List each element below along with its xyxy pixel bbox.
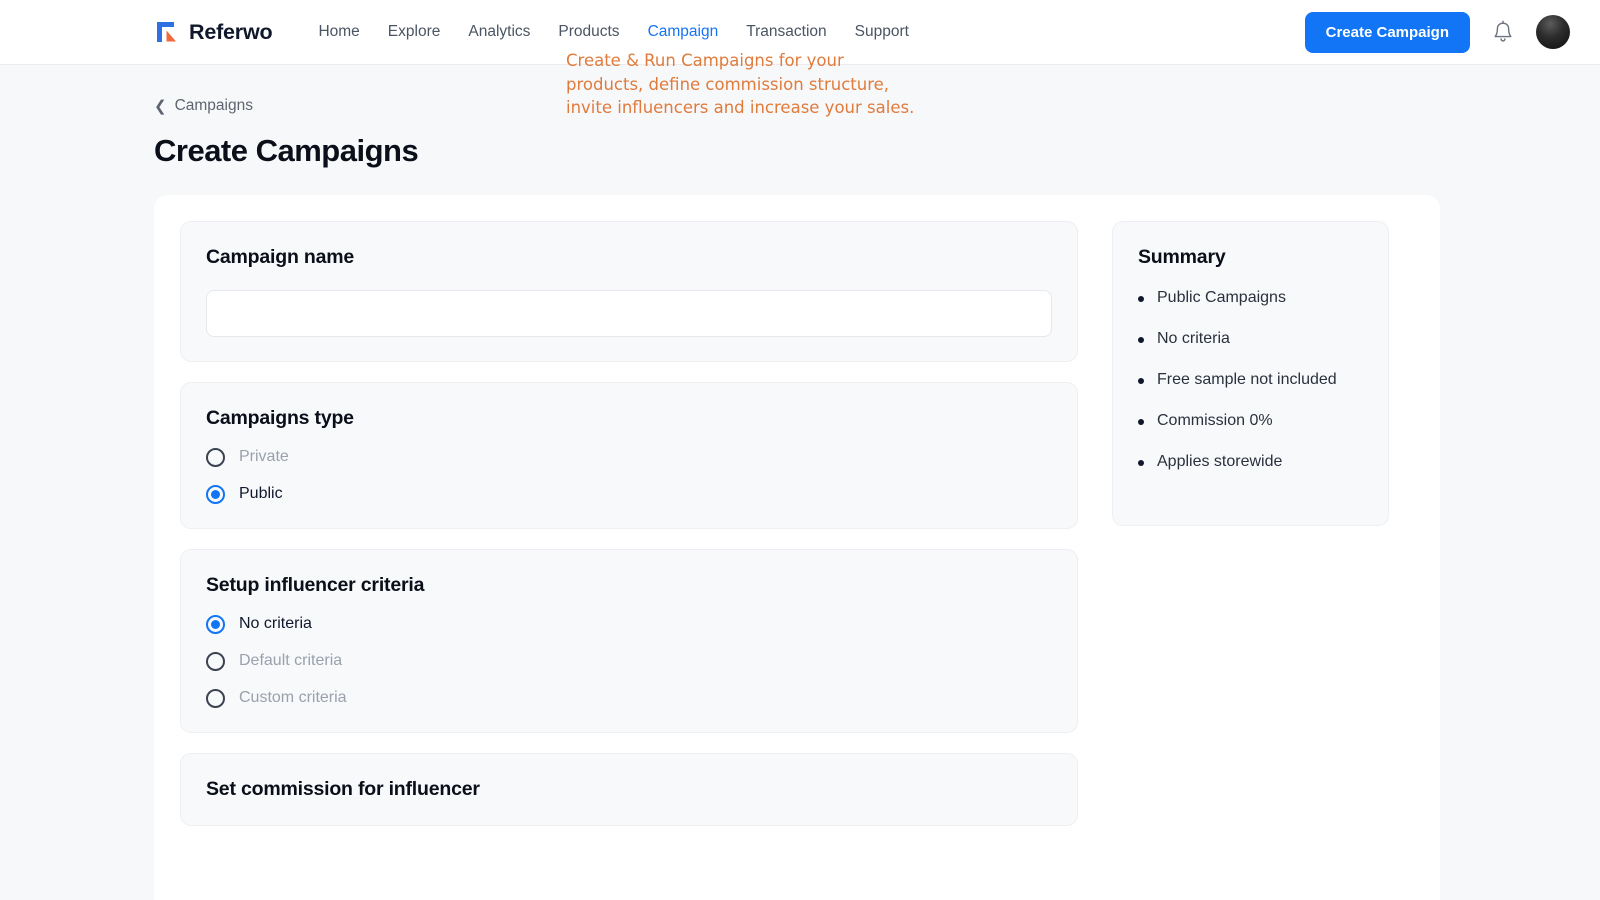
page-title: Create Campaigns (154, 132, 419, 168)
radio-label-public: Public (239, 485, 283, 502)
radio-option-public[interactable]: Public (206, 484, 1052, 504)
campaigns-type-radio-group: Private Public (206, 447, 1052, 504)
campaign-name-input[interactable] (206, 289, 1052, 337)
radio-icon-private[interactable] (206, 447, 225, 467)
chevron-left-icon: ❮ (154, 97, 167, 115)
influencer-criteria-card: Setup influencer criteria No criteria De… (180, 548, 1078, 733)
influencer-criteria-title: Setup influencer criteria (206, 573, 425, 596)
summary-card: Summary Public Campaigns No criteria Fre… (1112, 220, 1389, 526)
radio-icon-public[interactable] (206, 484, 225, 504)
nav-link-products[interactable]: Products (558, 23, 619, 41)
main-nav: Home Explore Analytics Products Campaign… (318, 23, 908, 41)
commission-title: Set commission for influencer (206, 777, 480, 800)
page-header: ❮ Campaigns Create Campaigns Create & Ru… (0, 51, 1600, 169)
create-campaign-button[interactable]: Create Campaign (1304, 11, 1470, 53)
radio-icon-custom-criteria[interactable] (206, 688, 225, 708)
brand-name: Referwo (189, 19, 273, 44)
influencer-criteria-radio-group: No criteria Default criteria Custom crit… (206, 614, 1052, 708)
summary-item: Free sample not included (1138, 371, 1363, 389)
radio-icon-no-criteria[interactable] (206, 614, 225, 634)
nav-link-explore[interactable]: Explore (388, 23, 441, 41)
summary-item: Commission 0% (1138, 412, 1363, 430)
top-bar-actions: Create Campaign (1304, 11, 1570, 53)
commission-card: Set commission for influencer (180, 752, 1078, 826)
user-avatar[interactable] (1536, 15, 1570, 49)
summary-column: Summary Public Campaigns No criteria Fre… (1112, 220, 1389, 889)
create-campaign-panel: Campaign name Campaigns type Private Pub… (154, 194, 1440, 900)
campaign-name-card: Campaign name (180, 220, 1078, 362)
campaigns-type-card: Campaigns type Private Public (180, 381, 1078, 529)
nav-link-campaign[interactable]: Campaign (648, 23, 719, 41)
radio-label-custom-criteria: Custom criteria (239, 689, 347, 706)
radio-label-default-criteria: Default criteria (239, 652, 343, 669)
form-column: Campaign name Campaigns type Private Pub… (180, 220, 1078, 889)
breadcrumb-campaigns[interactable]: ❮ Campaigns (154, 97, 253, 115)
summary-list: Public Campaigns No criteria Free sample… (1138, 289, 1363, 471)
breadcrumb-label: Campaigns (174, 97, 253, 114)
nav-link-transaction[interactable]: Transaction (746, 23, 826, 41)
radio-option-default-criteria[interactable]: Default criteria (206, 651, 1052, 671)
bell-icon[interactable] (1492, 20, 1514, 44)
radio-label-private: Private (239, 448, 289, 465)
campaigns-type-title: Campaigns type (206, 406, 354, 429)
summary-title: Summary (1138, 245, 1226, 268)
summary-item: Public Campaigns (1138, 289, 1363, 307)
radio-option-private[interactable]: Private (206, 447, 1052, 467)
nav-link-support[interactable]: Support (855, 23, 909, 41)
nav-link-analytics[interactable]: Analytics (468, 23, 530, 41)
radio-label-no-criteria: No criteria (239, 615, 312, 632)
referwo-logo-icon (154, 19, 180, 45)
radio-option-custom-criteria[interactable]: Custom criteria (206, 688, 1052, 708)
brand-logo[interactable]: Referwo (154, 19, 273, 45)
summary-item: No criteria (1138, 330, 1363, 348)
radio-option-no-criteria[interactable]: No criteria (206, 614, 1052, 634)
annotation-text: Create & Run Campaigns for your products… (566, 51, 915, 117)
campaign-name-title: Campaign name (206, 245, 355, 268)
radio-icon-default-criteria[interactable] (206, 651, 225, 671)
nav-link-home[interactable]: Home (318, 23, 359, 41)
summary-item: Applies storewide (1138, 453, 1363, 471)
